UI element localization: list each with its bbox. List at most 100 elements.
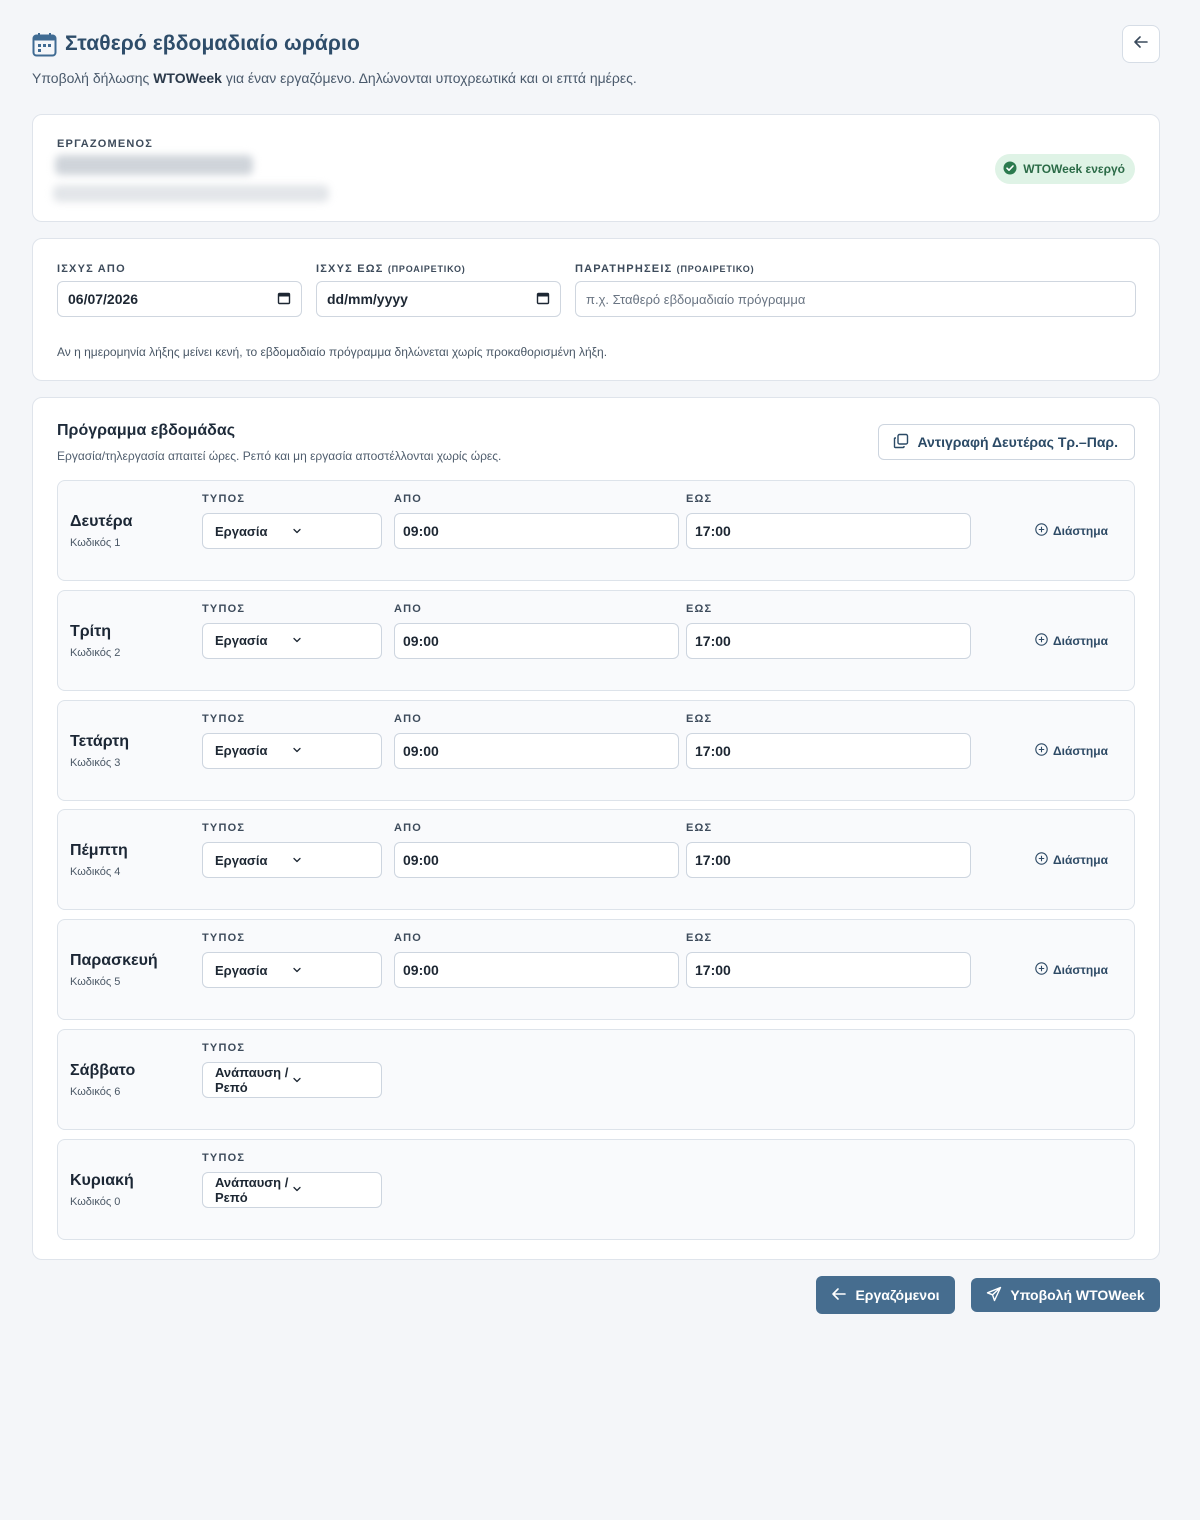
calendar-picker-icon[interactable]: [277, 291, 291, 308]
day-name: Κυριακή: [70, 1171, 134, 1189]
to-label: ΕΩΣ: [686, 932, 713, 945]
day-code: Κωδικός 5: [70, 976, 121, 989]
to-time-input[interactable]: 17:00: [686, 622, 971, 659]
valid-to-input[interactable]: dd/mm/yyyy: [316, 281, 561, 317]
chevron-down-icon: [292, 963, 369, 978]
day-name: Πέμπτη: [70, 842, 128, 860]
validity-card: ΙΣΧΥΣ ΑΠΟ 06/07/2026 ΙΣΧΥΣ ΕΩΣ (ΠΡΟΑΙΡΕΤ…: [32, 238, 1160, 381]
to-label: ΕΩΣ: [686, 493, 713, 505]
add-interval-button[interactable]: Διάστημα: [1035, 633, 1108, 649]
chevron-down-icon: [292, 1073, 369, 1088]
type-select[interactable]: Εργασία: [202, 732, 382, 769]
copy-icon: [893, 433, 909, 452]
chevron-down-icon: [292, 853, 369, 868]
type-label: ΤΥΠΟΣ: [202, 493, 246, 505]
to-time-input[interactable]: 17:00: [686, 513, 971, 549]
add-interval-button[interactable]: Διάστημα: [1035, 742, 1108, 759]
to-label: ΕΩΣ: [686, 602, 713, 615]
type-select[interactable]: Ανάπαυση / Ρεπό: [202, 1171, 382, 1208]
day-code: Κωδικός 6: [70, 1086, 121, 1098]
type-label: ΤΥΠΟΣ: [202, 932, 246, 945]
valid-from-input[interactable]: 06/07/2026: [57, 281, 302, 317]
calendar-picker-icon[interactable]: [536, 291, 550, 308]
type-label: ΤΥΠΟΣ: [202, 822, 246, 835]
plus-circle-icon: [1035, 852, 1048, 868]
to-time-input[interactable]: 17:00: [686, 732, 971, 769]
chevron-down-icon: [292, 1182, 369, 1197]
to-time-input[interactable]: 17:00: [686, 842, 971, 879]
type-select[interactable]: Εργασία: [202, 842, 382, 879]
plus-circle-icon: [1035, 633, 1048, 649]
to-label: ΕΩΣ: [686, 712, 713, 725]
calendar-icon: [32, 32, 57, 57]
employee-label: ΕΡΓΑΖΟΜΕΝΟΣ: [57, 138, 154, 150]
back-button[interactable]: [1122, 25, 1160, 63]
from-label: ΑΠΟ: [394, 932, 423, 945]
copy-monday-button[interactable]: Αντιγραφή Δευτέρας Τρ.–Παρ.: [878, 424, 1135, 460]
day-name: Τρίτη: [70, 622, 112, 640]
plus-circle-icon: [1035, 962, 1048, 978]
day-code: Κωδικός 3: [70, 756, 121, 769]
day-row: Τετάρτη Κωδικός 3 ΤΥΠΟΣ Εργασία ΑΠΟ 09:0…: [57, 699, 1135, 801]
schedule-subtitle: Εργασία/τηλεργασία απαιτεί ώρες. Ρεπό κα…: [57, 449, 502, 463]
from-label: ΑΠΟ: [394, 493, 423, 505]
add-interval-button[interactable]: Διάστημα: [1035, 523, 1108, 539]
employee-details-redacted: [53, 185, 329, 202]
page-subtitle: Υποβολή δήλωσης WTOWeek για έναν εργαζόμ…: [32, 70, 637, 86]
from-label: ΑΠΟ: [394, 602, 423, 615]
day-row: Κυριακή Κωδικός 0 ΤΥΠΟΣ Ανάπαυση / Ρεπό: [57, 1138, 1135, 1240]
send-icon: [986, 1286, 1002, 1305]
day-name: Παρασκευή: [70, 952, 158, 970]
day-row: Σάββατο Κωδικός 6 ΤΥΠΟΣ Ανάπαυση / Ρεπό: [57, 1029, 1135, 1130]
submit-button[interactable]: Υποβολή WTOWeek: [971, 1278, 1160, 1312]
arrow-left-icon: [831, 1286, 847, 1305]
add-interval-button[interactable]: Διάστημα: [1035, 962, 1108, 978]
chevron-down-icon: [292, 743, 369, 758]
arrow-left-icon: [1132, 33, 1150, 56]
type-label: ΤΥΠΟΣ: [202, 1151, 246, 1164]
page-title: Σταθερό εβδομαδιαίο ωράριο: [65, 32, 360, 55]
from-time-input[interactable]: 09:00: [394, 622, 679, 659]
day-row: Παρασκευή Κωδικός 5 ΤΥΠΟΣ Εργασία ΑΠΟ 09…: [57, 919, 1135, 1021]
employee-name-redacted: [55, 155, 253, 175]
type-select[interactable]: Εργασία: [202, 513, 382, 549]
day-row: Δευτέρα Κωδικός 1 ΤΥΠΟΣ Εργασία ΑΠΟ 09:0…: [57, 480, 1135, 581]
validity-hint: Αν η ημερομηνία λήξης μείνει κενή, το εβ…: [57, 345, 608, 359]
to-time-input[interactable]: 17:00: [686, 952, 971, 989]
valid-from-label: ΙΣΧΥΣ ΑΠΟ: [57, 263, 126, 275]
day-code: Κωδικός 2: [70, 646, 121, 659]
day-name: Τετάρτη: [70, 732, 130, 750]
notes-input[interactable]: π.χ. Σταθερό εβδομαδιαίο πρόγραμμα: [575, 281, 1136, 317]
type-label: ΤΥΠΟΣ: [202, 1042, 246, 1054]
from-label: ΑΠΟ: [394, 822, 423, 835]
chevron-down-icon: [292, 633, 369, 648]
day-code: Κωδικός 1: [70, 537, 121, 549]
from-time-input[interactable]: 09:00: [394, 842, 679, 879]
plus-circle-icon: [1035, 523, 1048, 539]
valid-to-label: ΙΣΧΥΣ ΕΩΣ (ΠΡΟΑΙΡΕΤΙΚΟ): [316, 263, 466, 275]
schedule-title: Πρόγραμμα εβδομάδας: [57, 422, 236, 439]
from-time-input[interactable]: 09:00: [394, 732, 679, 769]
from-time-input[interactable]: 09:00: [394, 952, 679, 989]
type-select[interactable]: Ανάπαυση / Ρεπό: [202, 1062, 382, 1098]
chevron-down-icon: [292, 524, 369, 539]
schedule-card: Πρόγραμμα εβδομάδας Εργασία/τηλεργασία α…: [32, 397, 1160, 1260]
day-row: Πέμπτη Κωδικός 4 ΤΥΠΟΣ Εργασία ΑΠΟ 09:00…: [57, 809, 1135, 911]
from-time-input[interactable]: 09:00: [394, 513, 679, 549]
type-select[interactable]: Εργασία: [202, 622, 382, 659]
day-code: Κωδικός 4: [70, 866, 121, 879]
from-label: ΑΠΟ: [394, 712, 423, 725]
day-row: Τρίτη Κωδικός 2 ΤΥΠΟΣ Εργασία ΑΠΟ 09:00 …: [57, 589, 1135, 691]
page-header: Σταθερό εβδομαδιαίο ωράριο Υποβολή δήλωσ…: [32, 25, 1160, 92]
day-name: Σάββατο: [70, 1062, 136, 1079]
add-interval-button[interactable]: Διάστημα: [1035, 852, 1108, 868]
employee-card: ΕΡΓΑΖΟΜΕΝΟΣ WTOWeek ενεργό: [32, 114, 1160, 222]
type-select[interactable]: Εργασία: [202, 952, 382, 989]
type-label: ΤΥΠΟΣ: [202, 712, 246, 725]
status-badge: WTOWeek ενεργό: [995, 154, 1135, 184]
day-code: Κωδικός 0: [70, 1195, 121, 1208]
employees-button[interactable]: Εργαζόμενοι: [816, 1276, 955, 1314]
plus-circle-icon: [1035, 742, 1048, 759]
day-name: Δευτέρα: [70, 513, 133, 530]
to-label: ΕΩΣ: [686, 822, 713, 835]
